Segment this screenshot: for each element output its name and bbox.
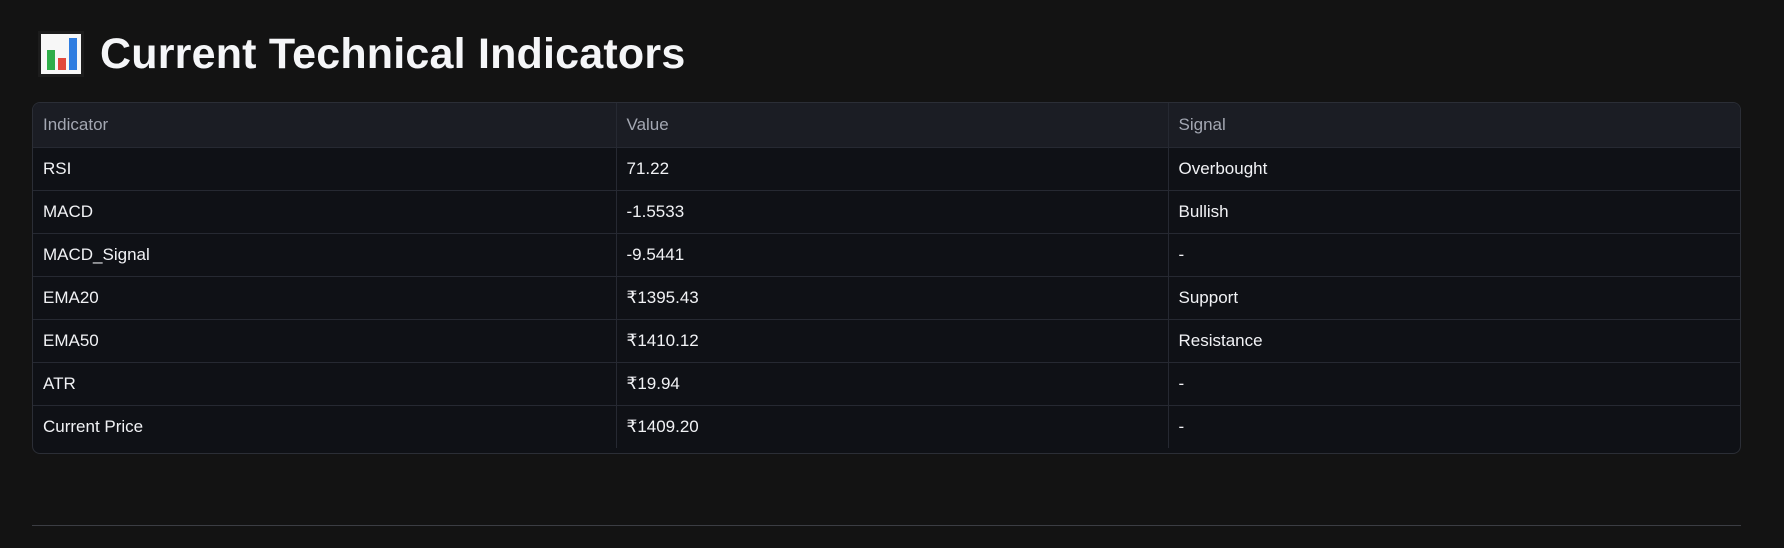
signal-cell[interactable]: Resistance [1168,319,1740,363]
signal-cell[interactable]: Bullish [1168,190,1740,234]
bar-chart-icon-bar [47,50,55,70]
signal-cell[interactable]: Overbought [1168,147,1740,191]
section-divider [32,525,1741,526]
signal-cell[interactable]: - [1168,362,1740,406]
table-header-row: Indicator Value Signal [33,103,1740,148]
column-header-signal[interactable]: Signal [1168,103,1740,148]
table-row[interactable]: ATR ₹19.94 - [33,362,1740,406]
value-cell[interactable]: ₹19.94 [616,362,1169,406]
value-cell[interactable]: ₹1395.43 [616,276,1169,320]
signal-cell[interactable]: Support [1168,276,1740,320]
column-header-indicator[interactable]: Indicator [33,103,617,148]
indicator-cell[interactable]: EMA20 [33,276,617,320]
signal-cell[interactable]: - [1168,405,1740,448]
table-row[interactable]: MACD_Signal -9.5441 - [33,233,1740,277]
indicator-cell[interactable]: Current Price [33,405,617,448]
bar-chart-icon [38,31,84,77]
value-cell[interactable]: ₹1409.20 [616,405,1169,448]
column-header-value[interactable]: Value [616,103,1169,148]
table-row[interactable]: RSI 71.22 Overbought [33,147,1740,191]
value-cell[interactable]: 71.22 [616,147,1169,191]
indicator-cell[interactable]: EMA50 [33,319,617,363]
indicator-cell[interactable]: MACD [33,190,617,234]
bar-chart-icon-bar [69,38,77,70]
signal-cell[interactable]: - [1168,233,1740,277]
table-row[interactable]: EMA50 ₹1410.12 Resistance [33,319,1740,363]
indicator-cell[interactable]: RSI [33,147,617,191]
page-header: Current Technical Indicators [38,28,685,80]
table-row[interactable]: Current Price ₹1409.20 - [33,405,1740,448]
page: Current Technical Indicators Indicator V… [0,0,1784,548]
indicator-cell[interactable]: MACD_Signal [33,233,617,277]
table-row[interactable]: MACD -1.5533 Bullish [33,190,1740,234]
table-row[interactable]: EMA20 ₹1395.43 Support [33,276,1740,320]
indicator-cell[interactable]: ATR [33,362,617,406]
value-cell[interactable]: ₹1410.12 [616,319,1169,363]
page-title: Current Technical Indicators [100,29,686,78]
value-cell[interactable]: -9.5441 [616,233,1169,277]
bar-chart-icon-bar [58,58,66,70]
value-cell[interactable]: -1.5533 [616,190,1169,234]
indicators-table[interactable]: Indicator Value Signal RSI 71.22 Overbou… [32,102,1741,454]
indicators-table-grid: Indicator Value Signal RSI 71.22 Overbou… [33,103,1740,448]
